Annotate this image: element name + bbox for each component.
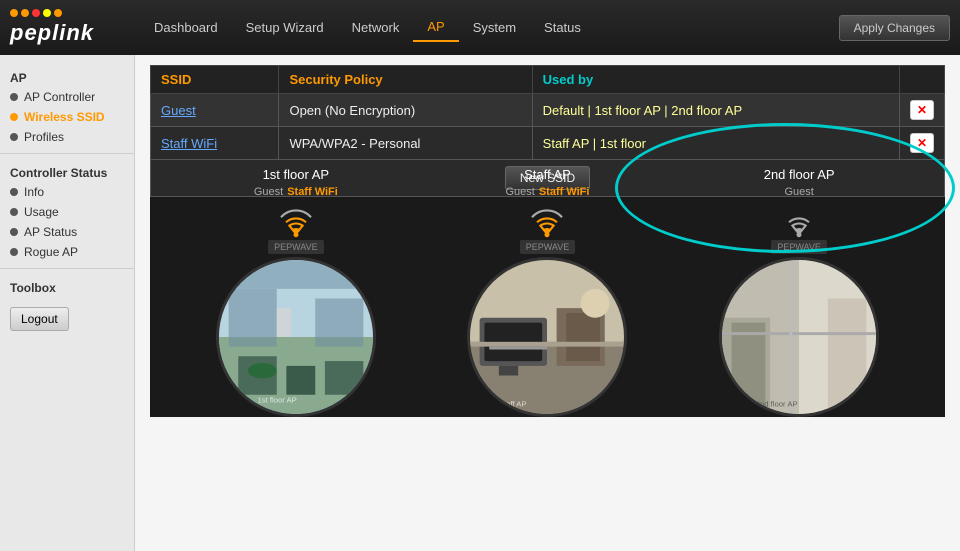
delete-staff-button[interactable]: ✕ [910, 133, 934, 153]
nav-system[interactable]: System [459, 14, 530, 41]
ap-stations-section: 1st floor AP Guest Staff WiFi PEPWAVE [150, 197, 945, 417]
ap-label-2nd-floor: 2nd floor AP [764, 167, 835, 182]
nav-network[interactable]: Network [338, 14, 414, 41]
ap-device-label-2: PEPWAVE [520, 240, 576, 254]
svg-text:1st floor AP: 1st floor AP [257, 395, 296, 404]
apply-changes-button[interactable]: Apply Changes [839, 15, 950, 41]
wifi-icon-2nd-floor [774, 202, 824, 240]
dot-red [32, 9, 40, 17]
header: peplink Dashboard Setup Wizard Network A… [0, 0, 960, 55]
usedby-guest: Default | 1st floor AP | 2nd floor AP [532, 94, 899, 127]
wifi-labels-2nd-floor: Guest [784, 186, 813, 198]
office-desk-svg: Staff AP [470, 257, 624, 417]
ap-station-2nd-floor: 2nd floor AP Guest PEPWAVE [699, 167, 899, 417]
ap-image-2nd-floor: 2nd floor AP [719, 257, 879, 417]
main-nav: Dashboard Setup Wizard Network AP System… [140, 13, 950, 42]
dot-orange3 [54, 9, 62, 17]
logo-text: peplink [10, 20, 94, 46]
svg-text:Staff AP: Staff AP [499, 399, 527, 408]
delete-guest-cell: ✕ [899, 94, 944, 127]
ap-label-1st-floor: 1st floor AP [263, 167, 329, 182]
ap-device-label-3: PEPWAVE [771, 240, 827, 254]
wifi-labels-staff: Guest Staff WiFi [505, 186, 589, 198]
delete-staff-cell: ✕ [899, 127, 944, 160]
ap-label-staff: Staff AP [524, 167, 571, 182]
wifi-icon-1st-floor [271, 202, 321, 240]
sidebar-divider [0, 153, 134, 154]
sidebar-item-wireless-ssid[interactable]: Wireless SSID [0, 107, 134, 127]
ssid-guest-link[interactable]: Guest [161, 103, 196, 118]
svg-text:2nd floor AP: 2nd floor AP [756, 399, 798, 408]
ssid-staff-link[interactable]: Staff WiFi [161, 136, 217, 151]
bullet-rogue-ap [10, 248, 18, 256]
security-guest: Open (No Encryption) [279, 94, 532, 127]
wifi-label-guest-1: Guest [254, 186, 283, 198]
nav-status[interactable]: Status [530, 14, 595, 41]
wifi-label-staff-1: Staff WiFi [287, 186, 338, 198]
col-header-ssid: SSID [151, 66, 279, 94]
bullet-profiles [10, 133, 18, 141]
sidebar-item-profiles[interactable]: Profiles [0, 127, 134, 147]
body-layout: AP AP Controller Wireless SSID Profiles … [0, 55, 960, 551]
logo: peplink [10, 9, 94, 46]
bullet-info [10, 188, 18, 196]
ap-station-staff: Staff AP Guest Staff WiFi PEPWAVE [447, 167, 647, 417]
table-row: Staff WiFi WPA/WPA2 - Personal Staff AP … [151, 127, 945, 160]
logo-area: peplink [10, 9, 140, 46]
wifi-icon-staff [522, 202, 572, 240]
security-staff: WPA/WPA2 - Personal [279, 127, 532, 160]
sidebar-item-ap-controller[interactable]: AP Controller [0, 87, 134, 107]
table-row: Guest Open (No Encryption) Default | 1st… [151, 94, 945, 127]
office-hallway-svg: 2nd floor AP [722, 257, 876, 417]
dot-yellow [43, 9, 51, 17]
ap-image-staff: Staff AP [467, 257, 627, 417]
delete-guest-button[interactable]: ✕ [910, 100, 934, 120]
bullet-ap-status [10, 228, 18, 236]
usedby-staff: Staff AP | 1st floor [532, 127, 899, 160]
sidebar-controller-status: Controller Status [0, 160, 134, 182]
bullet-usage [10, 208, 18, 216]
sidebar-item-usage[interactable]: Usage [0, 202, 134, 222]
logo-dots [10, 9, 62, 17]
main-content: SSID Security Policy Used by Guest Open … [135, 55, 960, 551]
sidebar-divider2 [0, 268, 134, 269]
sidebar-ap-title: AP [0, 65, 134, 87]
nav-ap[interactable]: AP [413, 13, 458, 42]
ap-station-1st-floor: 1st floor AP Guest Staff WiFi PEPWAVE [196, 167, 396, 417]
col-header-security: Security Policy [279, 66, 532, 94]
sidebar-item-rogue-ap[interactable]: Rogue AP [0, 242, 134, 262]
wifi-label-staff-2: Staff WiFi [539, 186, 590, 198]
office-lobby-svg: 1st floor AP [219, 257, 373, 417]
sidebar-item-ap-status[interactable]: AP Status [0, 222, 134, 242]
nav-dashboard[interactable]: Dashboard [140, 14, 232, 41]
nav-setup-wizard[interactable]: Setup Wizard [232, 14, 338, 41]
logout-button[interactable]: Logout [10, 307, 69, 331]
wifi-labels-1st-floor: Guest Staff WiFi [254, 186, 338, 198]
ap-image-1st-floor: 1st floor AP [216, 257, 376, 417]
bullet-ap-controller [10, 93, 18, 101]
dot-orange2 [21, 9, 29, 17]
col-header-usedby: Used by [532, 66, 899, 94]
sidebar: AP AP Controller Wireless SSID Profiles … [0, 55, 135, 551]
dot-orange [10, 9, 18, 17]
sidebar-toolbox: Toolbox [0, 275, 134, 297]
bullet-wireless-ssid [10, 113, 18, 121]
col-header-action [899, 66, 944, 94]
wifi-label-guest-3: Guest [784, 186, 813, 198]
ap-device-label-1: PEPWAVE [268, 240, 324, 254]
sidebar-item-info[interactable]: Info [0, 182, 134, 202]
wifi-label-guest-2: Guest [505, 186, 534, 198]
